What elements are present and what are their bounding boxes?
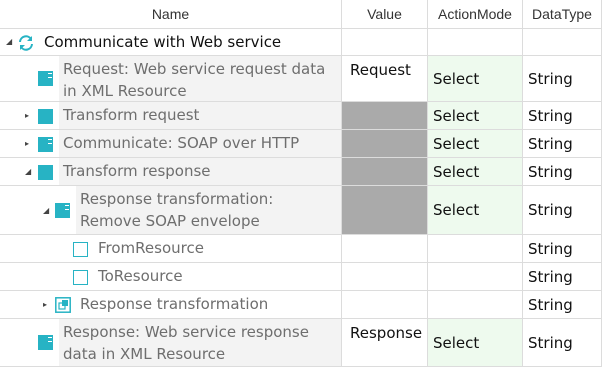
row-action-mode[interactable]: Select — [433, 68, 479, 90]
expand-arrow-icon[interactable]: ▸ — [43, 301, 47, 309]
row-data-type: String — [528, 295, 573, 314]
collapse-arrow-icon[interactable]: ◢ — [6, 38, 12, 46]
row-value-disabled — [342, 158, 428, 185]
row-name[interactable]: Transform request — [63, 106, 199, 124]
refresh-icon — [19, 35, 33, 51]
module-icon — [38, 137, 53, 152]
row-name[interactable]: Request: Web service request data in XML… — [63, 60, 325, 100]
collapse-arrow-icon[interactable]: ◢ — [25, 168, 31, 176]
reused-module-icon — [55, 297, 71, 313]
row-value[interactable]: Response — [342, 319, 427, 344]
module-icon — [38, 165, 53, 180]
row-data-type: String — [528, 134, 573, 153]
row-action-mode[interactable]: Select — [433, 161, 479, 183]
column-header-action-mode[interactable]: ActionMode — [428, 0, 523, 28]
row-name[interactable]: FromResource — [98, 239, 204, 257]
row-action-mode[interactable]: Select — [433, 332, 479, 354]
column-header-value[interactable]: Value — [342, 0, 428, 28]
tree-row[interactable]: ToResource String — [0, 263, 602, 291]
row-data-type: String — [528, 201, 573, 219]
row-data-type: String — [528, 239, 573, 258]
column-header-name[interactable]: Name — [0, 0, 342, 28]
row-name[interactable]: Response transformation: Remove SOAP env… — [80, 190, 273, 230]
row-value[interactable]: Request — [342, 56, 427, 81]
row-data-type: String — [528, 162, 573, 181]
row-action-mode[interactable]: Select — [433, 133, 479, 155]
grid-header: Name Value ActionMode DataType — [0, 0, 602, 29]
row-data-type: String — [528, 69, 573, 88]
row-name[interactable]: Response transformation — [80, 295, 268, 313]
tree-row[interactable]: Request: Web service request data in XML… — [0, 56, 602, 102]
attribute-icon — [73, 270, 88, 285]
tree-row[interactable]: ▸ Communicate: SOAP over HTTP Select Str… — [0, 130, 602, 158]
column-header-data-type[interactable]: DataType — [523, 0, 602, 28]
row-name[interactable]: Communicate: SOAP over HTTP — [63, 134, 299, 152]
module-icon — [38, 109, 53, 124]
root-label: Communicate with Web service — [44, 33, 282, 51]
row-name[interactable]: Response: Web service response data in X… — [63, 323, 309, 363]
tree-row[interactable]: ◢ Transform response Select String — [0, 158, 602, 186]
module-icon — [38, 71, 53, 86]
tree-row[interactable]: ◢ Response transformation: Remove SOAP e… — [0, 186, 602, 235]
row-name[interactable]: Transform response — [63, 162, 211, 180]
row-value-disabled — [342, 102, 428, 129]
row-data-type: String — [528, 267, 573, 286]
attribute-icon — [73, 242, 88, 257]
row-data-type: String — [528, 106, 573, 125]
test-step-grid: Name Value ActionMode DataType ◢ Communi… — [0, 0, 602, 370]
row-value-disabled — [342, 130, 428, 157]
row-value-disabled — [342, 186, 428, 234]
row-data-type: String — [528, 333, 573, 352]
tree-row-root[interactable]: ◢ Communicate with Web service — [0, 29, 602, 56]
tree-row[interactable]: ▸ Transform request Select String — [0, 102, 602, 130]
collapse-arrow-icon[interactable]: ◢ — [43, 207, 49, 215]
expand-arrow-icon[interactable]: ▸ — [25, 140, 29, 148]
row-action-mode[interactable]: Select — [433, 199, 479, 221]
tree-row[interactable]: Response: Web service response data in X… — [0, 319, 602, 367]
tree-row[interactable]: ▸ Response transformation String — [0, 291, 602, 319]
expand-arrow-icon[interactable]: ▸ — [25, 112, 29, 120]
module-icon — [38, 335, 53, 350]
row-action-mode[interactable]: Select — [433, 105, 479, 127]
module-icon — [55, 203, 70, 218]
tree-row[interactable]: FromResource String — [0, 235, 602, 263]
row-name[interactable]: ToResource — [98, 267, 183, 285]
